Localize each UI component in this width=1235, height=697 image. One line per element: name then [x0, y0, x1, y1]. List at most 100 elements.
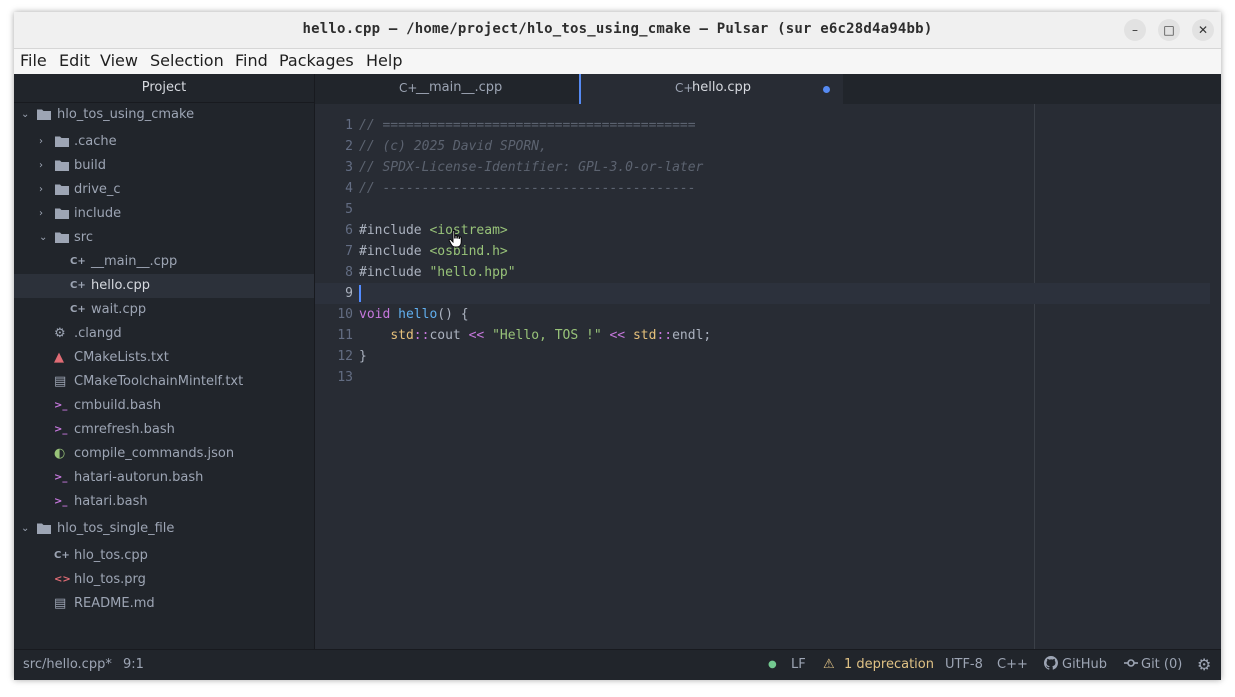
code-token: #include: [359, 223, 422, 238]
code-line[interactable]: // (c) 2025 David SPORN,: [359, 136, 547, 157]
folder-icon: [55, 231, 69, 245]
code-token: endl;: [672, 328, 712, 343]
chevron-right-icon[interactable]: ›: [39, 202, 43, 226]
tree-item-hlo-tos-prg[interactable]: <> hlo_tos.prg: [14, 568, 314, 592]
tree-item-label: hello.cpp: [91, 278, 150, 293]
tree-item-include[interactable]: › include: [14, 202, 314, 226]
line-number[interactable]: 12: [315, 346, 353, 367]
minimize-button[interactable]: –: [1124, 19, 1146, 41]
tree-item-cmrefresh-bash[interactable]: >_ cmrefresh.bash: [14, 418, 314, 442]
code-token: // SPDX-License-Identifier: GPL-3.0-or-l…: [359, 160, 704, 175]
tree-item-label: .cache: [74, 134, 117, 149]
chevron-right-icon[interactable]: ›: [39, 178, 43, 202]
line-number[interactable]: 5: [315, 199, 353, 220]
menu-selection[interactable]: Selection: [150, 51, 224, 70]
tree-item-hlo-tos-cpp[interactable]: C+ hlo_tos.cpp: [14, 544, 314, 568]
tree-item-wait-cpp[interactable]: C+ wait.cpp: [14, 298, 314, 322]
deprecation-status[interactable]: 1 deprecation: [844, 650, 934, 680]
gear-icon[interactable]: ⚙: [1197, 650, 1211, 680]
line-number[interactable]: 7: [315, 241, 353, 262]
menu-help[interactable]: Help: [366, 51, 402, 70]
tree-item-cmakelists-txt[interactable]: ▲ CMakeLists.txt: [14, 346, 314, 370]
tab-label: hello.cpp: [692, 80, 751, 95]
code-editor[interactable]: 1 2 3 4 5 6 7 8 9 10 11 12 13// ====================…: [315, 104, 1221, 649]
code-line[interactable]: std::cout << "Hello, TOS !" << std::endl…: [359, 325, 711, 346]
text-file-icon: ▤: [54, 374, 67, 389]
line-number[interactable]: 4: [315, 178, 353, 199]
maximize-button[interactable]: □: [1158, 19, 1180, 41]
line-number[interactable]: 11: [315, 325, 353, 346]
code-line[interactable]: // -------------------------------------…: [359, 178, 696, 199]
menu-edit[interactable]: Edit: [59, 51, 90, 70]
git-commit-icon[interactable]: [1124, 650, 1138, 680]
tree-item-main-cpp[interactable]: C+ __main__.cpp: [14, 250, 314, 274]
menu-find[interactable]: Find: [235, 51, 268, 70]
code-token: "hello.hpp": [429, 265, 516, 280]
code-token: // -------------------------------------…: [359, 181, 696, 196]
code-line[interactable]: void hello() {: [359, 304, 469, 325]
tree-item-label: .clangd: [74, 326, 122, 341]
title-bar[interactable]: hello.cpp — /home/project/hlo_tos_using_…: [14, 12, 1221, 49]
tree-item-clangd[interactable]: ⚙ .clangd: [14, 322, 314, 346]
encoding-status[interactable]: UTF-8: [945, 650, 983, 680]
tree-item-hlo-tos-using-cmake[interactable]: ⌄ hlo_tos_using_cmake: [14, 103, 314, 127]
cursor-position-status[interactable]: 9:1: [123, 650, 144, 680]
json-icon: ◐: [54, 446, 66, 461]
tree-header: Project: [14, 74, 314, 103]
modified-indicator-icon[interactable]: [823, 86, 830, 93]
git-status[interactable]: Git (0): [1141, 650, 1182, 680]
github-status[interactable]: GitHub: [1062, 650, 1107, 680]
code-token: <<: [468, 328, 485, 343]
tree-item-cmbuild-bash[interactable]: >_ cmbuild.bash: [14, 394, 314, 418]
folder-icon: [37, 108, 51, 122]
line-number[interactable]: 8: [315, 262, 353, 283]
code-line[interactable]: }: [359, 346, 367, 367]
window-title: hello.cpp — /home/project/hlo_tos_using_…: [302, 21, 933, 37]
code-token: std: [632, 328, 657, 343]
code-token: // =====================================…: [359, 118, 696, 133]
code-token: <iostream>: [429, 223, 508, 238]
tree-item-drive-c[interactable]: › drive_c: [14, 178, 314, 202]
code-token: "Hello, TOS !": [492, 328, 602, 343]
line-ending-status[interactable]: LF: [791, 650, 806, 680]
tree-item-hlo-tos-single-file[interactable]: ⌄ hlo_tos_single_file: [14, 517, 314, 541]
chevron-right-icon[interactable]: ›: [39, 130, 43, 154]
chevron-down-icon[interactable]: ⌄: [21, 103, 29, 127]
grammar-status[interactable]: C++: [997, 650, 1028, 680]
warning-icon[interactable]: ⚠: [823, 650, 835, 680]
tree-item-cache[interactable]: › .cache: [14, 130, 314, 154]
tree-item-hello-cpp[interactable]: C+ hello.cpp: [14, 274, 314, 298]
line-number[interactable]: 10: [315, 304, 353, 325]
line-number[interactable]: 1: [315, 115, 353, 136]
code-line[interactable]: // SPDX-License-Identifier: GPL-3.0-or-l…: [359, 157, 703, 178]
line-number[interactable]: 9: [315, 283, 353, 304]
file-path-status[interactable]: src/hello.cpp*: [23, 650, 112, 680]
tree-item-readme-md[interactable]: ▤ README.md: [14, 592, 314, 616]
tab-main-cpp[interactable]: C+ __main__.cpp: [315, 74, 579, 104]
tree-item-hatari-bash[interactable]: >_ hatari.bash: [14, 490, 314, 514]
menu-file[interactable]: File: [20, 51, 47, 70]
line-number[interactable]: 13: [315, 367, 353, 388]
menu-view[interactable]: View: [100, 51, 138, 70]
code-line[interactable]: #include <iostream>: [359, 220, 508, 241]
tree-item-hatari-autorun-bash[interactable]: >_ hatari-autorun.bash: [14, 466, 314, 490]
menu-packages[interactable]: Packages: [279, 51, 354, 70]
tree-item-src[interactable]: ⌄ src: [14, 226, 314, 250]
tree-item-build[interactable]: › build: [14, 154, 314, 178]
line-number[interactable]: 3: [315, 157, 353, 178]
chevron-down-icon[interactable]: ⌄: [39, 226, 47, 250]
chevron-right-icon[interactable]: ›: [39, 154, 43, 178]
line-number[interactable]: 2: [315, 136, 353, 157]
tree-item-compile-commands-json[interactable]: ◐ compile_commands.json: [14, 442, 314, 466]
chevron-down-icon[interactable]: ⌄: [21, 517, 29, 541]
tab-hello-cpp[interactable]: C+ hello.cpp: [579, 74, 843, 104]
line-number[interactable]: 6: [315, 220, 353, 241]
close-button[interactable]: ✕: [1192, 19, 1214, 41]
code-line[interactable]: // =====================================…: [359, 115, 696, 136]
code-line[interactable]: #include "hello.hpp": [359, 262, 516, 283]
tree-item-cmaketoolchainmintelf-txt[interactable]: ▤ CMakeToolchainMintelf.txt: [14, 370, 314, 394]
github-icon[interactable]: [1044, 650, 1058, 680]
tree-item-label: CMakeToolchainMintelf.txt: [74, 374, 244, 389]
code-line[interactable]: #include <osbind.h>: [359, 241, 508, 262]
